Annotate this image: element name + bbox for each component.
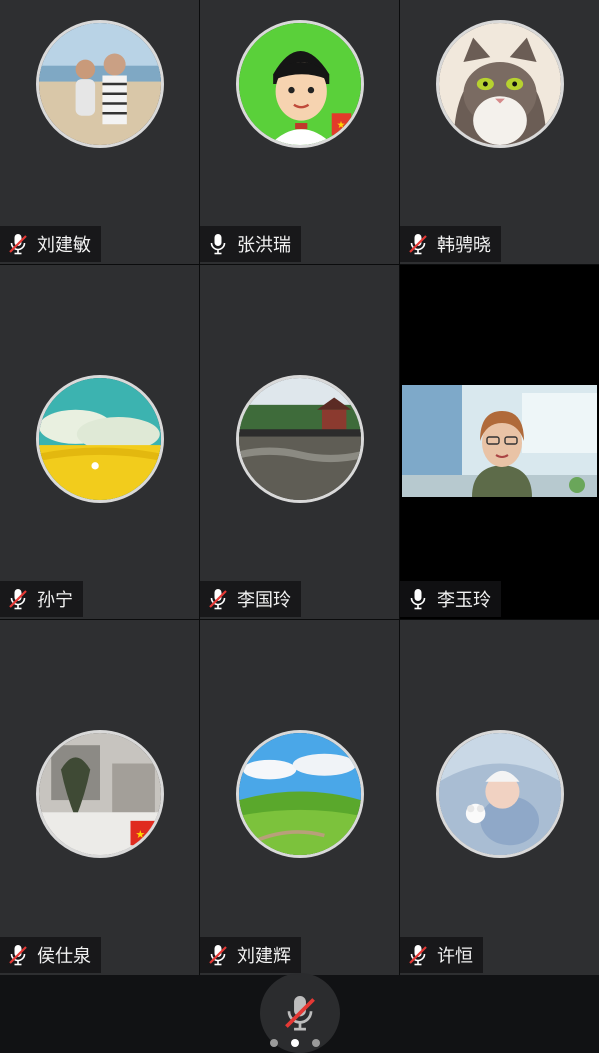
participant-tile[interactable]: 刘建辉 (200, 620, 399, 975)
page-indicator (270, 1039, 320, 1047)
participant-name: 李国玲 (237, 590, 291, 611)
participant-nametag: 韩骋晓 (400, 226, 501, 262)
mic-muted-icon (285, 996, 315, 1031)
participant-nametag: 侯仕泉 (0, 937, 101, 973)
participant-tile[interactable]: 李国玲 (200, 265, 399, 619)
wheat-field-avatar (35, 375, 164, 503)
participant-grid: 刘建敏 ★ 张洪瑞 韩骋晓 孙宁 李国玲 李玉玲 ★ 侯仕泉 刘建辉 许恒 (0, 0, 599, 975)
cat-avatar (435, 20, 564, 148)
mic-muted-icon (208, 944, 228, 966)
page-dot[interactable] (312, 1039, 320, 1047)
participant-nametag: 许恒 (400, 937, 483, 973)
participant-tile[interactable]: 许恒 (400, 620, 599, 975)
participant-nametag: 刘建敏 (0, 226, 101, 262)
participant-nametag: 刘建辉 (200, 937, 301, 973)
cartoon-boy-avatar: ★ (235, 20, 364, 148)
participant-nametag: 李玉玲 (400, 581, 501, 617)
participant-tile[interactable]: ★ 张洪瑞 (200, 0, 399, 264)
mic-muted-icon (408, 944, 428, 966)
mic-muted-icon (8, 233, 28, 255)
page-dot[interactable] (270, 1039, 278, 1047)
participant-name: 许恒 (437, 946, 473, 967)
participant-tile[interactable]: 刘建敏 (0, 0, 199, 264)
participant-nametag: 李国玲 (200, 581, 301, 617)
snow-street-avatar: ★ (35, 730, 164, 858)
participant-name: 韩骋晓 (437, 235, 491, 256)
participant-tile[interactable]: ★ 侯仕泉 (0, 620, 199, 975)
mic-icon (408, 588, 428, 610)
svg-text:★: ★ (336, 120, 345, 131)
participant-tile[interactable]: 孙宁 (0, 265, 199, 619)
pavilion-river-avatar (235, 375, 364, 503)
participant-name: 孙宁 (37, 590, 73, 611)
bottom-control-bar (0, 973, 599, 1053)
page-dot-current[interactable] (291, 1039, 299, 1047)
svg-text:★: ★ (135, 828, 145, 841)
mic-icon (208, 233, 228, 255)
participant-name: 侯仕泉 (37, 946, 91, 967)
participant-name: 张洪瑞 (237, 235, 291, 256)
live-video (402, 385, 597, 497)
mic-muted-icon (8, 944, 28, 966)
green-hills-avatar (235, 730, 364, 858)
participant-nametag: 张洪瑞 (200, 226, 301, 262)
mic-muted-icon (408, 233, 428, 255)
newborn-baby-avatar (435, 730, 564, 858)
participant-tile[interactable]: 韩骋晓 (400, 0, 599, 264)
beach-family-photo-avatar (35, 20, 164, 148)
participant-name: 李玉玲 (437, 590, 491, 611)
participant-name: 刘建辉 (237, 946, 291, 967)
participant-name: 刘建敏 (37, 235, 91, 256)
mic-muted-icon (208, 588, 228, 610)
participant-nametag: 孙宁 (0, 581, 83, 617)
mic-muted-icon (8, 588, 28, 610)
active-speaker-tile[interactable]: 李玉玲 (400, 265, 599, 619)
